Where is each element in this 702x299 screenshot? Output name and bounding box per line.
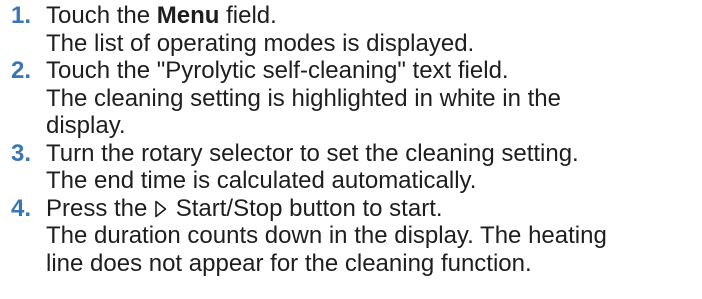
step-action: Touch the Menu field. bbox=[46, 2, 277, 29]
menu-field-label: Menu bbox=[156, 2, 220, 29]
step-number: 1. bbox=[11, 2, 32, 29]
step-result: The end time is calculated automatically… bbox=[46, 167, 477, 194]
step-result: The list of operating modes is displayed… bbox=[46, 29, 475, 57]
step-action: Press the Start/Stop button to start. bbox=[46, 194, 443, 222]
step-result: The duration counts down in the display.… bbox=[46, 222, 607, 249]
step-result: display. bbox=[46, 112, 126, 139]
step-1: 1. Touch the Menu field. The list of ope… bbox=[0, 2, 702, 57]
step-action: Touch the "Pyrolytic self-cleaning" text… bbox=[46, 57, 509, 84]
step-number: 2. bbox=[11, 57, 32, 84]
step-3: 3. Turn the rotary selector to set the c… bbox=[0, 140, 702, 195]
start-stop-play-icon bbox=[155, 200, 167, 217]
step-2: 2. Touch the "Pyrolytic self-cleaning" t… bbox=[0, 57, 702, 140]
step-number: 4. bbox=[11, 194, 32, 222]
step-result: line does not appear for the cleaning fu… bbox=[46, 249, 532, 277]
instruction-steps: 1. Touch the Menu field. The list of ope… bbox=[0, 2, 702, 277]
step-result: The cleaning setting is highlighted in w… bbox=[46, 84, 561, 112]
step-4: 4. Press the Start/Stop button to start.… bbox=[0, 195, 702, 278]
step-number: 3. bbox=[11, 139, 32, 167]
step-action: Turn the rotary selector to set the clea… bbox=[46, 139, 579, 167]
